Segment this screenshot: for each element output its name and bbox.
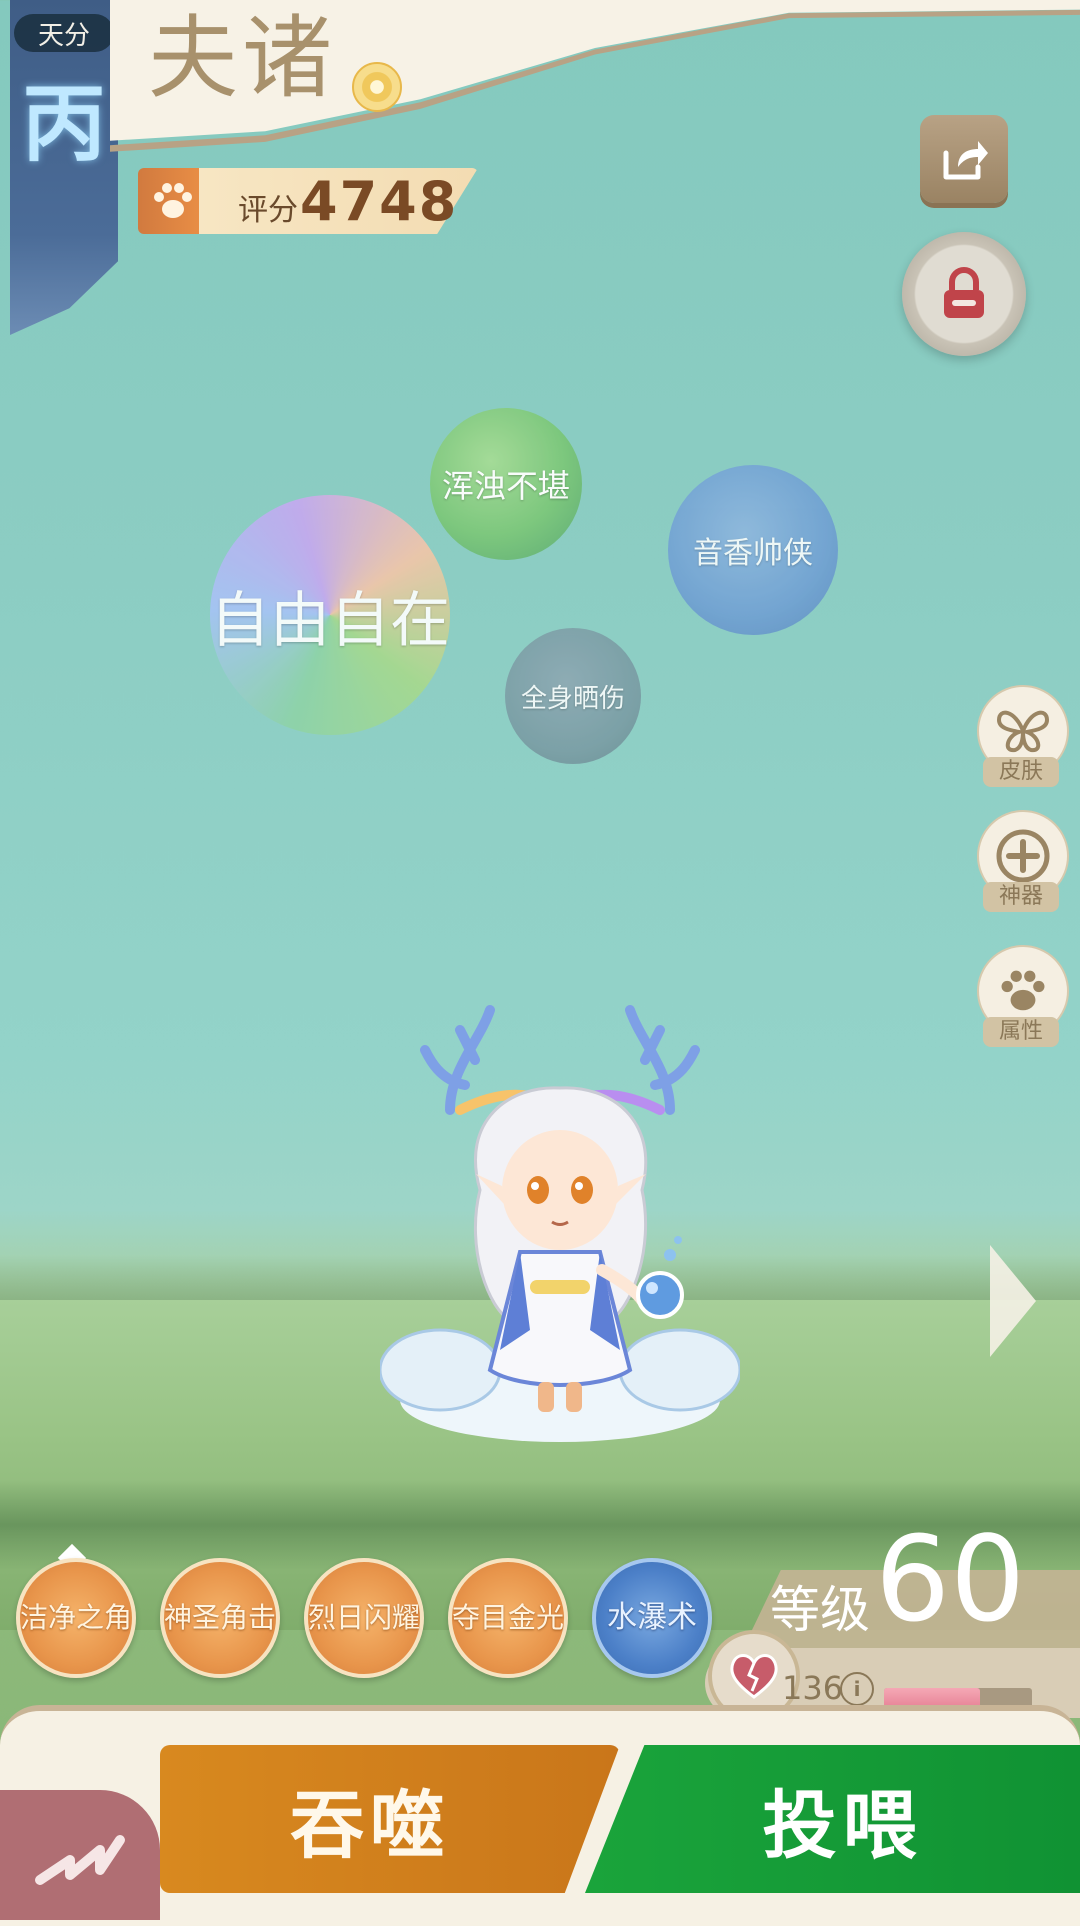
swoosh-icon — [35, 1835, 125, 1885]
score-value: 4748 — [300, 170, 459, 233]
next-pet-arrow-icon[interactable] — [990, 1245, 1036, 1357]
hp-value: 136 — [782, 1669, 844, 1707]
skill-blazing-sun[interactable]: 烈日闪耀 — [304, 1558, 424, 1678]
artifact-button[interactable]: 神器 — [975, 810, 1069, 912]
gear-icon[interactable] — [352, 62, 402, 112]
skin-button-label: 皮肤 — [983, 757, 1059, 787]
skill-dazzling-gold[interactable]: 夺目金光 — [448, 1558, 568, 1678]
pet-character[interactable] — [380, 990, 740, 1450]
info-icon[interactable]: i — [840, 1672, 874, 1706]
pet-name: 夫诸 — [148, 6, 336, 111]
level-label: 等级 — [770, 1581, 870, 1639]
back-corner-button[interactable] — [0, 1790, 160, 1920]
trait-bubble[interactable]: 全身晒伤 — [505, 628, 641, 764]
feed-button-label: 投喂 — [762, 1782, 923, 1869]
grade-label: 天分 — [14, 14, 114, 52]
level-value: 60 — [875, 1510, 1026, 1648]
skill-holy-horn-strike[interactable]: 神圣角击 — [160, 1558, 280, 1678]
paw-icon — [1001, 970, 1045, 1011]
devour-button-label: 吞噬 — [290, 1782, 450, 1869]
artifact-button-label: 神器 — [983, 882, 1059, 912]
lock-icon — [944, 267, 984, 318]
plus-icon — [996, 829, 1050, 883]
feed-button[interactable]: 投喂 — [585, 1745, 1080, 1893]
skin-button[interactable]: 皮肤 — [975, 685, 1069, 787]
butterfly-icon — [996, 710, 1050, 753]
paw-icon — [154, 183, 192, 218]
broken-heart-icon — [730, 1654, 778, 1699]
share-icon — [943, 141, 988, 180]
trait-bubble[interactable]: 音香帅侠 — [668, 465, 838, 635]
devour-button[interactable]: 吞噬 — [160, 1745, 620, 1893]
attributes-button[interactable]: 属性 — [975, 945, 1069, 1047]
grade-value: 丙 — [21, 74, 106, 173]
score-label: 评分 — [238, 193, 298, 228]
share-button[interactable] — [920, 115, 1008, 203]
skill-waterfall[interactable]: 水瀑术 — [592, 1558, 712, 1678]
attributes-button-label: 属性 — [983, 1017, 1059, 1047]
lock-button[interactable] — [902, 232, 1026, 356]
trait-bubble[interactable]: 自由自在 — [210, 495, 450, 735]
trait-bubble[interactable]: 浑浊不堪 — [430, 408, 582, 560]
skill-cleansing-horn[interactable]: 洁净之角 — [16, 1558, 136, 1678]
